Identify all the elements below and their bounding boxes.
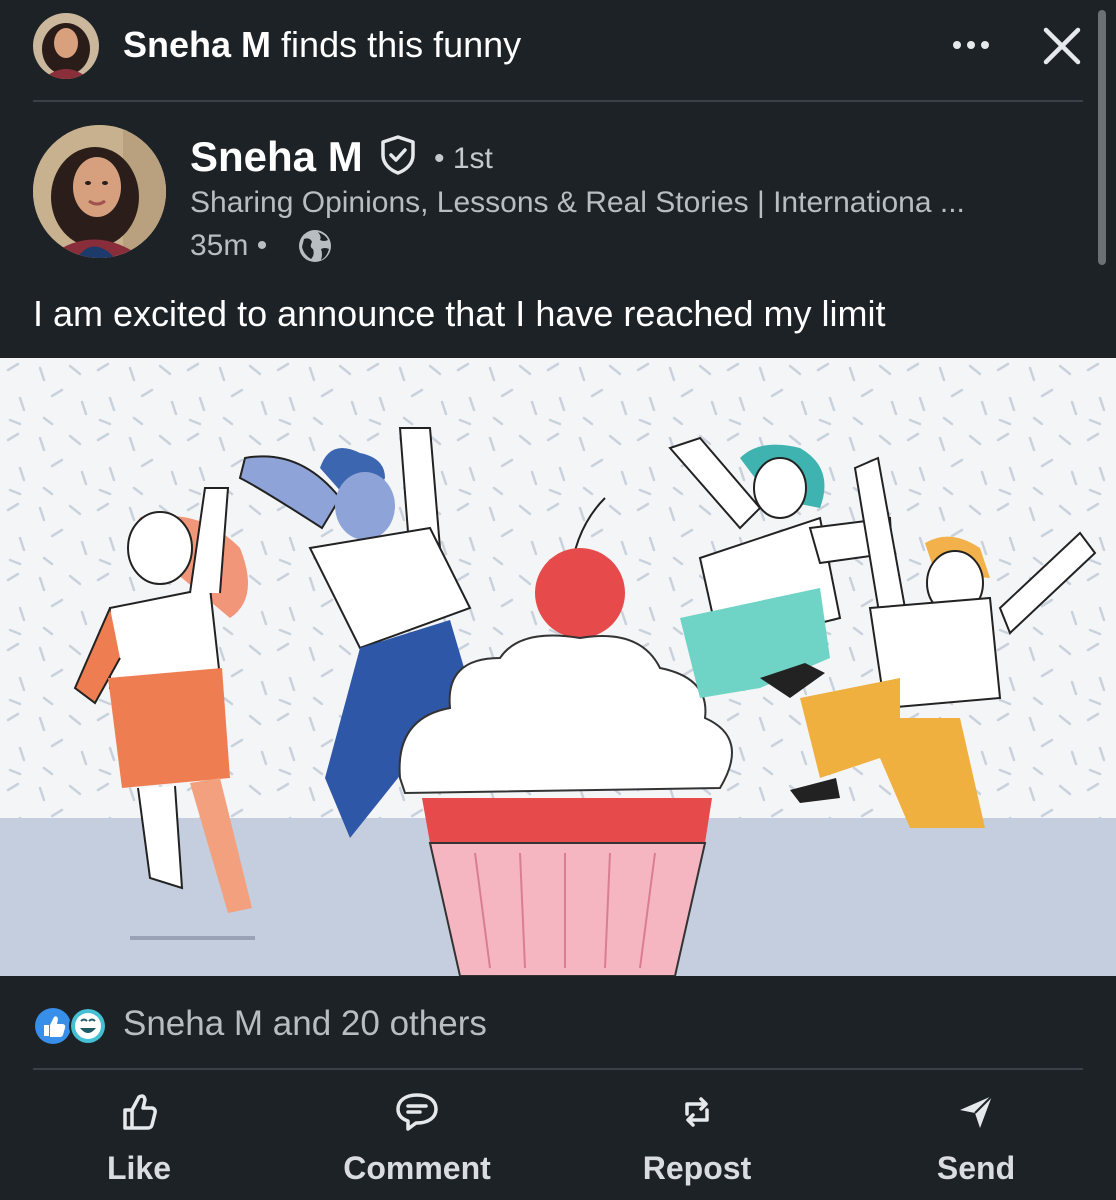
post-time: 35m • — [190, 229, 268, 262]
connection-degree: • 1st — [434, 142, 493, 175]
reaction-icons — [35, 1007, 107, 1045]
comment-icon — [396, 1093, 438, 1131]
activity-avatar[interactable] — [33, 13, 99, 79]
like-reaction-icon — [35, 1008, 71, 1044]
globe-icon — [299, 230, 331, 262]
comment-label: Comment — [343, 1150, 491, 1186]
funny-reaction-icon — [69, 1007, 107, 1045]
activity-header: Sneha M finds this funny — [0, 0, 1116, 100]
scrollbar[interactable] — [1098, 10, 1106, 265]
author-headline: Sharing Opinions, Lessons & Real Stories… — [190, 186, 965, 219]
repost-label: Repost — [642, 1150, 752, 1186]
more-icon — [953, 41, 989, 49]
actions-divider — [33, 1068, 1083, 1070]
close-button[interactable] — [1040, 24, 1084, 68]
like-icon — [123, 1094, 157, 1130]
send-button[interactable]: Send — [876, 1090, 1076, 1190]
header-divider — [33, 100, 1083, 102]
close-icon — [1043, 27, 1081, 65]
post-image[interactable] — [0, 358, 1116, 976]
author-name[interactable]: Sneha M — [190, 133, 363, 181]
like-label: Like — [106, 1150, 172, 1186]
author-avatar[interactable] — [33, 125, 166, 258]
more-options-button[interactable] — [946, 28, 996, 62]
verified-icon — [381, 135, 415, 175]
comment-button[interactable]: Comment — [317, 1090, 517, 1190]
activity-action: finds this funny — [281, 24, 522, 65]
activity-actor[interactable]: Sneha M — [123, 24, 271, 65]
like-button[interactable]: Like — [39, 1090, 239, 1190]
send-label: Send — [936, 1150, 1016, 1186]
repost-icon — [685, 1097, 709, 1127]
reactions-count-text[interactable]: Sneha M and 20 others — [123, 1004, 487, 1044]
activity-text: Sneha M finds this funny — [123, 24, 521, 66]
post-text: I am excited to announce that I have rea… — [33, 293, 886, 334]
send-icon — [960, 1095, 993, 1128]
repost-button[interactable]: Repost — [597, 1090, 797, 1190]
